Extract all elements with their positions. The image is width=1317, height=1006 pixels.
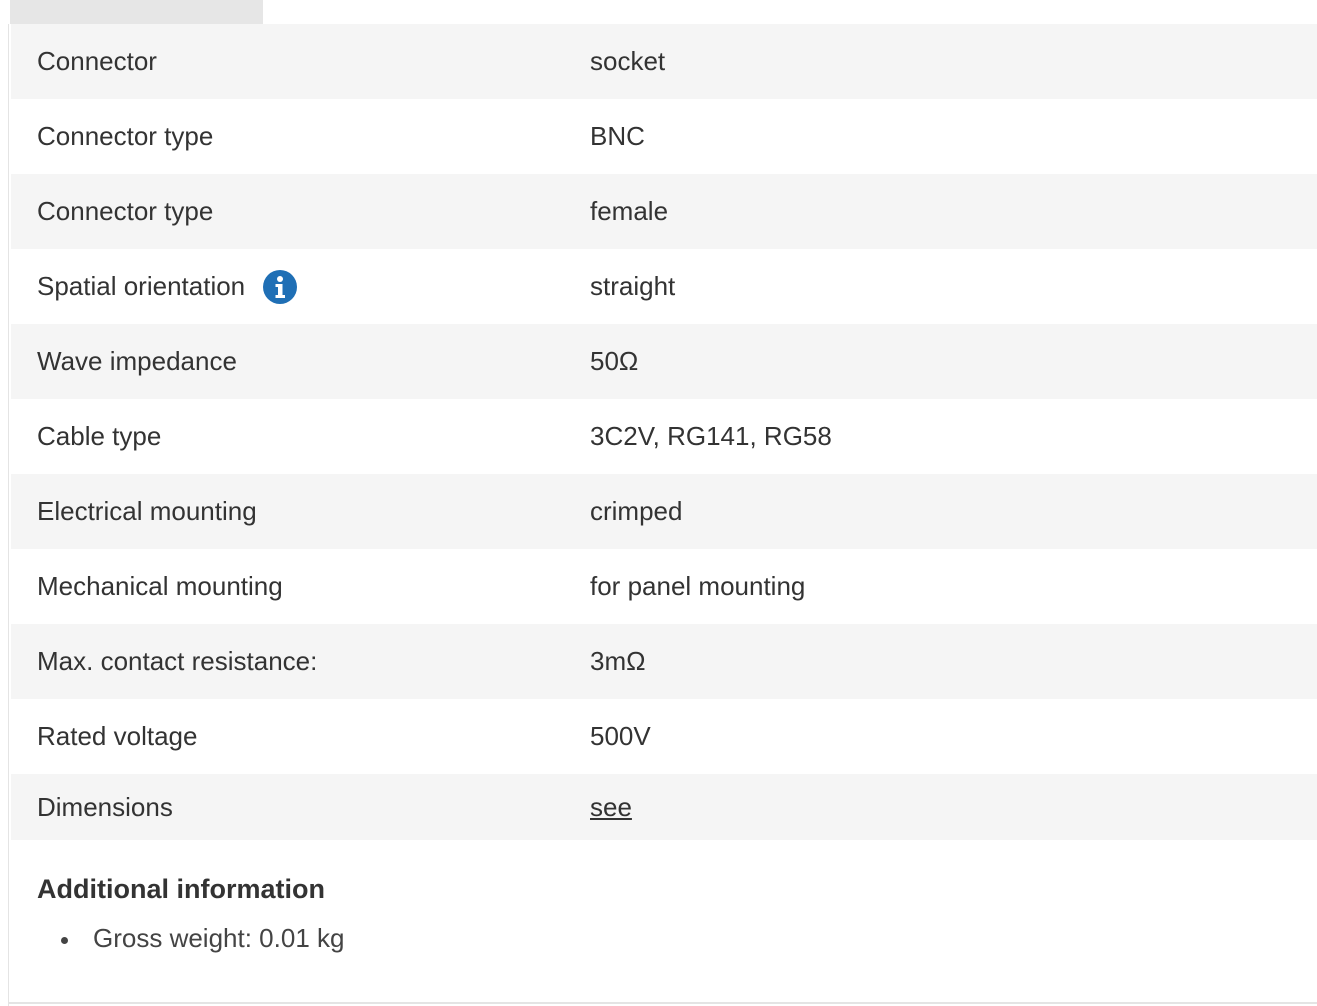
table-row: Mechanical mounting for panel mounting [11, 549, 1317, 624]
table-row: Rated voltage 500V [11, 699, 1317, 774]
table-row: Spatial orientation straight [11, 249, 1317, 324]
spec-label-with-info: Spatial orientation [37, 269, 298, 304]
list-item-text: Gross weight: 0.01 kg [93, 923, 345, 953]
spec-panel: Connector socket Connector type BNC Conn… [8, 24, 1317, 1006]
spec-value: 3mΩ [590, 646, 646, 676]
spec-value: BNC [590, 121, 645, 151]
additional-information: Additional information Gross weight: 0.0… [37, 874, 1237, 954]
product-spec-page: Connector socket Connector type BNC Conn… [0, 0, 1317, 1006]
spec-label: Connector [37, 46, 157, 76]
tab-active[interactable] [10, 0, 263, 24]
table-row: Max. contact resistance: 3mΩ [11, 624, 1317, 699]
table-row: Wave impedance 50Ω [11, 324, 1317, 399]
spec-label: Cable type [37, 421, 162, 451]
spec-value: socket [590, 46, 666, 76]
spec-value: 50Ω [590, 346, 639, 376]
table-row: Dimensions see [11, 774, 1317, 840]
spec-value: 3C2V, RG141, RG58 [590, 421, 832, 451]
additional-information-list: Gross weight: 0.01 kg [37, 923, 1237, 954]
bottom-divider [8, 1002, 1317, 1004]
spec-label: Connector type [37, 196, 214, 226]
spec-label: Mechanical mounting [37, 571, 283, 601]
spec-label: Wave impedance [37, 346, 237, 376]
spec-label: Connector type [37, 121, 214, 151]
table-row: Connector type female [11, 174, 1317, 249]
spec-value: 500V [590, 721, 651, 751]
table-row: Electrical mounting crimped [11, 474, 1317, 549]
spec-value: female [590, 196, 669, 226]
spec-label: Rated voltage [37, 721, 198, 751]
spec-value: for panel mounting [590, 571, 806, 601]
info-icon[interactable] [263, 269, 298, 304]
spec-table: Connector socket Connector type BNC Conn… [11, 24, 1317, 840]
additional-information-title: Additional information [37, 874, 325, 904]
spec-label-text: Spatial orientation [37, 271, 246, 301]
spec-value: straight [590, 271, 676, 301]
list-item: Gross weight: 0.01 kg [37, 923, 1237, 954]
dimensions-link[interactable]: see [590, 792, 632, 823]
spec-value: crimped [590, 496, 683, 526]
table-row: Connector socket [11, 24, 1317, 99]
table-row: Connector type BNC [11, 99, 1317, 174]
spec-label: Max. contact resistance: [37, 646, 318, 676]
spec-label: Dimensions [37, 791, 173, 822]
spec-label: Electrical mounting [37, 496, 257, 526]
table-row: Cable type 3C2V, RG141, RG58 [11, 399, 1317, 474]
bullet-icon [61, 937, 68, 944]
